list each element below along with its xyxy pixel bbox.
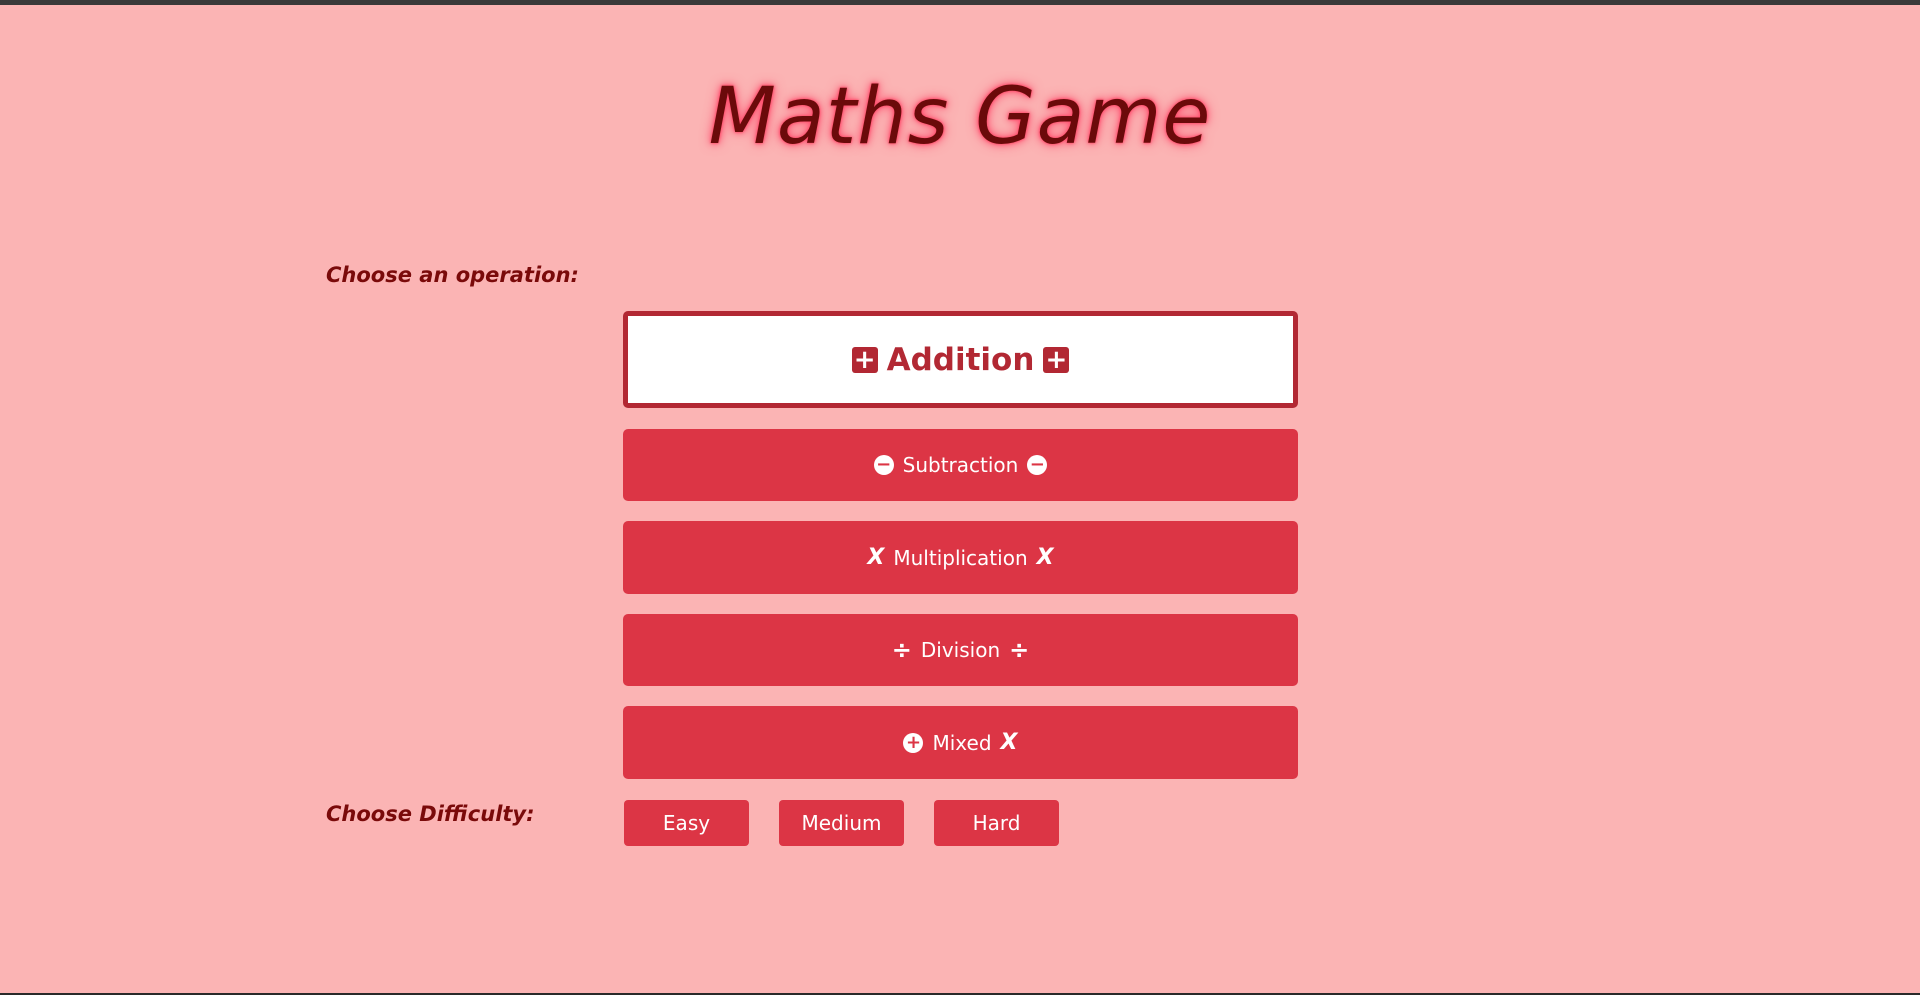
addition-label: Addition bbox=[886, 341, 1035, 378]
page-title: Maths Game bbox=[708, 72, 1212, 162]
mixed-label: Mixed bbox=[932, 730, 992, 755]
minus-circle-icon: − bbox=[873, 455, 894, 475]
divide-icon: ÷ bbox=[1009, 636, 1030, 664]
division-label: Division bbox=[920, 638, 1001, 662]
division-button[interactable]: ÷ Division ÷ bbox=[623, 614, 1298, 686]
times-icon: X bbox=[1036, 545, 1054, 570]
multiplication-button[interactable]: X Multiplication X bbox=[623, 521, 1298, 594]
times-icon: X bbox=[1000, 730, 1018, 755]
times-icon: X bbox=[867, 545, 885, 570]
operation-label: Choose an operation: bbox=[326, 263, 579, 287]
difficulty-label: Choose Difficulty: bbox=[326, 802, 535, 826]
easy-button[interactable]: Easy bbox=[624, 800, 749, 846]
plus-square-icon: + bbox=[1043, 346, 1070, 373]
hard-button[interactable]: Hard bbox=[934, 800, 1059, 846]
subtraction-label: Subtraction bbox=[902, 453, 1019, 477]
mixed-button[interactable]: + Mixed X bbox=[623, 706, 1298, 779]
medium-button[interactable]: Medium bbox=[779, 800, 904, 846]
plus-square-icon: + bbox=[851, 346, 878, 373]
window-top-bar bbox=[0, 0, 1920, 5]
multiplication-label: Multiplication bbox=[893, 545, 1028, 570]
minus-circle-icon: − bbox=[1027, 455, 1048, 475]
plus-circle-icon: + bbox=[903, 732, 924, 753]
divide-icon: ÷ bbox=[891, 636, 912, 664]
subtraction-button[interactable]: − Subtraction − bbox=[623, 429, 1298, 501]
addition-button[interactable]: + Addition + bbox=[623, 311, 1298, 408]
